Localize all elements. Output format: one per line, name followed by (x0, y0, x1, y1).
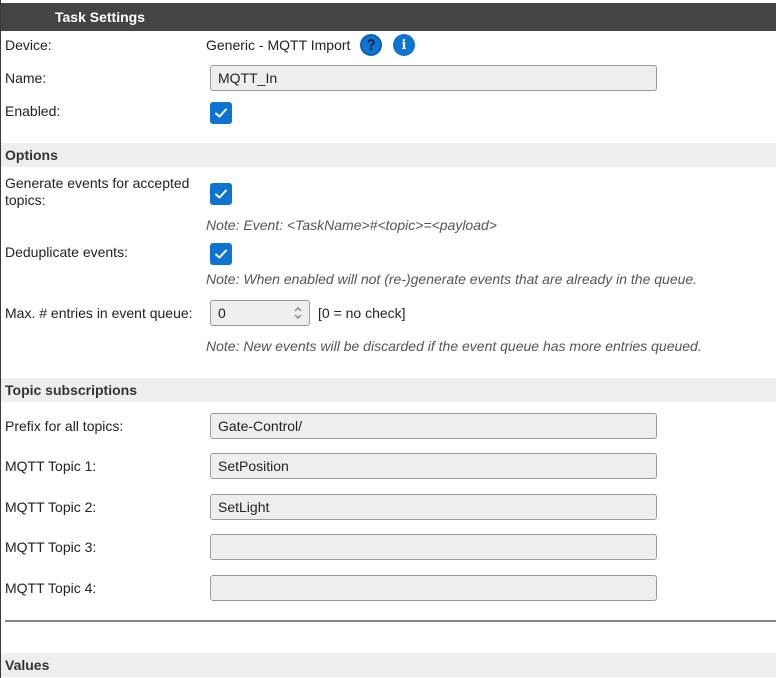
deduplicate-note: Note: When enabled will not (re-)generat… (206, 271, 698, 287)
values-section-header (1, 653, 776, 677)
generate-events-checkbox[interactable] (210, 183, 232, 205)
mqtt-topic-4-field[interactable] (210, 575, 657, 601)
help-icon-glyph (360, 34, 382, 56)
options-section-header (1, 143, 776, 167)
help-icon[interactable] (360, 34, 382, 56)
topics-section-title: Topic subscriptions (5, 382, 137, 398)
device-value: Generic - MQTT Import (206, 37, 351, 53)
checkmark-icon (215, 189, 227, 199)
name-field[interactable] (210, 65, 657, 91)
page-left-border (0, 0, 1, 678)
info-icon-glyph: i (401, 37, 407, 53)
stepper-arrows-icon[interactable] (293, 304, 303, 322)
mqtt-topic-1-label: MQTT Topic 1: (5, 458, 97, 474)
mqtt-topic-2-label: MQTT Topic 2: (5, 499, 97, 515)
mqtt-topic-3-field[interactable] (210, 534, 657, 560)
mqtt-topic-2-field[interactable] (210, 494, 657, 520)
generate-events-note: Note: Event: <TaskName>#<topic>=<payload… (206, 217, 497, 233)
prefix-label: Prefix for all topics: (5, 418, 124, 434)
mqtt-topic-3-label: MQTT Topic 3: (5, 539, 97, 555)
mqtt-topic-1-field[interactable] (210, 453, 657, 479)
max-entries-hint: [0 = no check] (318, 305, 406, 321)
values-section-title: Values (5, 657, 50, 673)
max-entries-stepper[interactable]: 0 (210, 300, 310, 326)
deduplicate-checkbox[interactable] (210, 243, 232, 265)
enabled-checkbox[interactable] (210, 102, 232, 124)
info-icon[interactable]: i (393, 34, 415, 56)
device-label: Device: (5, 37, 52, 53)
mqtt-topic-4-label: MQTT Topic 4: (5, 580, 97, 596)
options-section-title: Options (5, 147, 58, 163)
prefix-field[interactable] (210, 413, 657, 439)
generate-events-label-line1: Generate events for accepted (5, 175, 190, 191)
name-label: Name: (5, 70, 47, 86)
generate-events-label-line2: topics: (5, 192, 46, 208)
section-divider (5, 620, 776, 622)
max-entries-label: Max. # entries in event queue: (5, 305, 193, 321)
page-title: Task Settings (55, 9, 145, 25)
enabled-label: Enabled: (5, 103, 61, 119)
deduplicate-label: Deduplicate events: (5, 244, 128, 260)
checkmark-icon (215, 108, 227, 118)
max-entries-note: Note: New events will be discarded if th… (206, 338, 702, 354)
max-entries-value: 0 (218, 305, 226, 321)
checkmark-icon (215, 249, 227, 259)
